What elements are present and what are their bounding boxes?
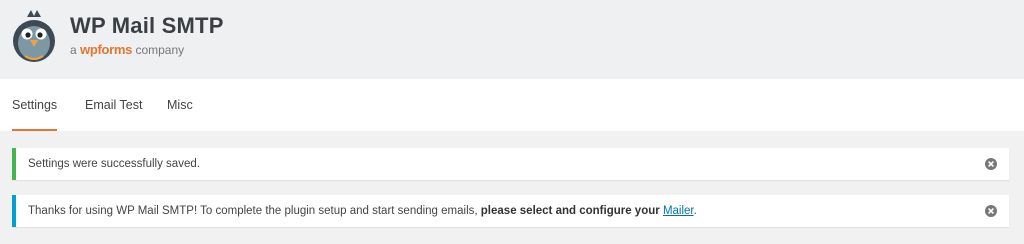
success-notice-text: Settings were successfully saved.: [28, 158, 200, 170]
brand-sub-prefix: a: [70, 43, 77, 57]
plugin-header: WP Mail SMTP a wpforms company: [0, 0, 1024, 79]
info-notice-text: Thanks for using WP Mail SMTP! To comple…: [28, 205, 481, 217]
info-notice-message: Thanks for using WP Mail SMTP! To comple…: [28, 195, 697, 227]
pigeon-mascot-icon: [13, 10, 55, 62]
setup-info-notice: Thanks for using WP Mail SMTP! To comple…: [12, 195, 1009, 227]
settings-tabs: Settings Email Test Misc: [0, 79, 1024, 131]
success-notice: Settings were successfully saved.: [12, 148, 1009, 180]
brand-sub-suffix: company: [135, 43, 185, 57]
info-notice-bar: [12, 195, 16, 227]
tab-settings[interactable]: Settings: [12, 79, 58, 131]
tab-misc[interactable]: Misc: [167, 79, 193, 131]
close-circle-icon[interactable]: [985, 158, 997, 170]
brand-title: WP Mail SMTP: [70, 13, 224, 38]
mailer-link[interactable]: Mailer: [663, 205, 694, 217]
tab-email-test[interactable]: Email Test: [85, 79, 142, 131]
info-notice-period: .: [693, 205, 697, 217]
info-notice-bold: please select and configure your: [480, 205, 660, 217]
close-circle-icon[interactable]: [985, 205, 997, 217]
brand-subtitle: a wpforms company: [70, 42, 185, 58]
success-notice-bar: [12, 148, 16, 180]
wpforms-logo-text: wpforms: [80, 42, 133, 57]
